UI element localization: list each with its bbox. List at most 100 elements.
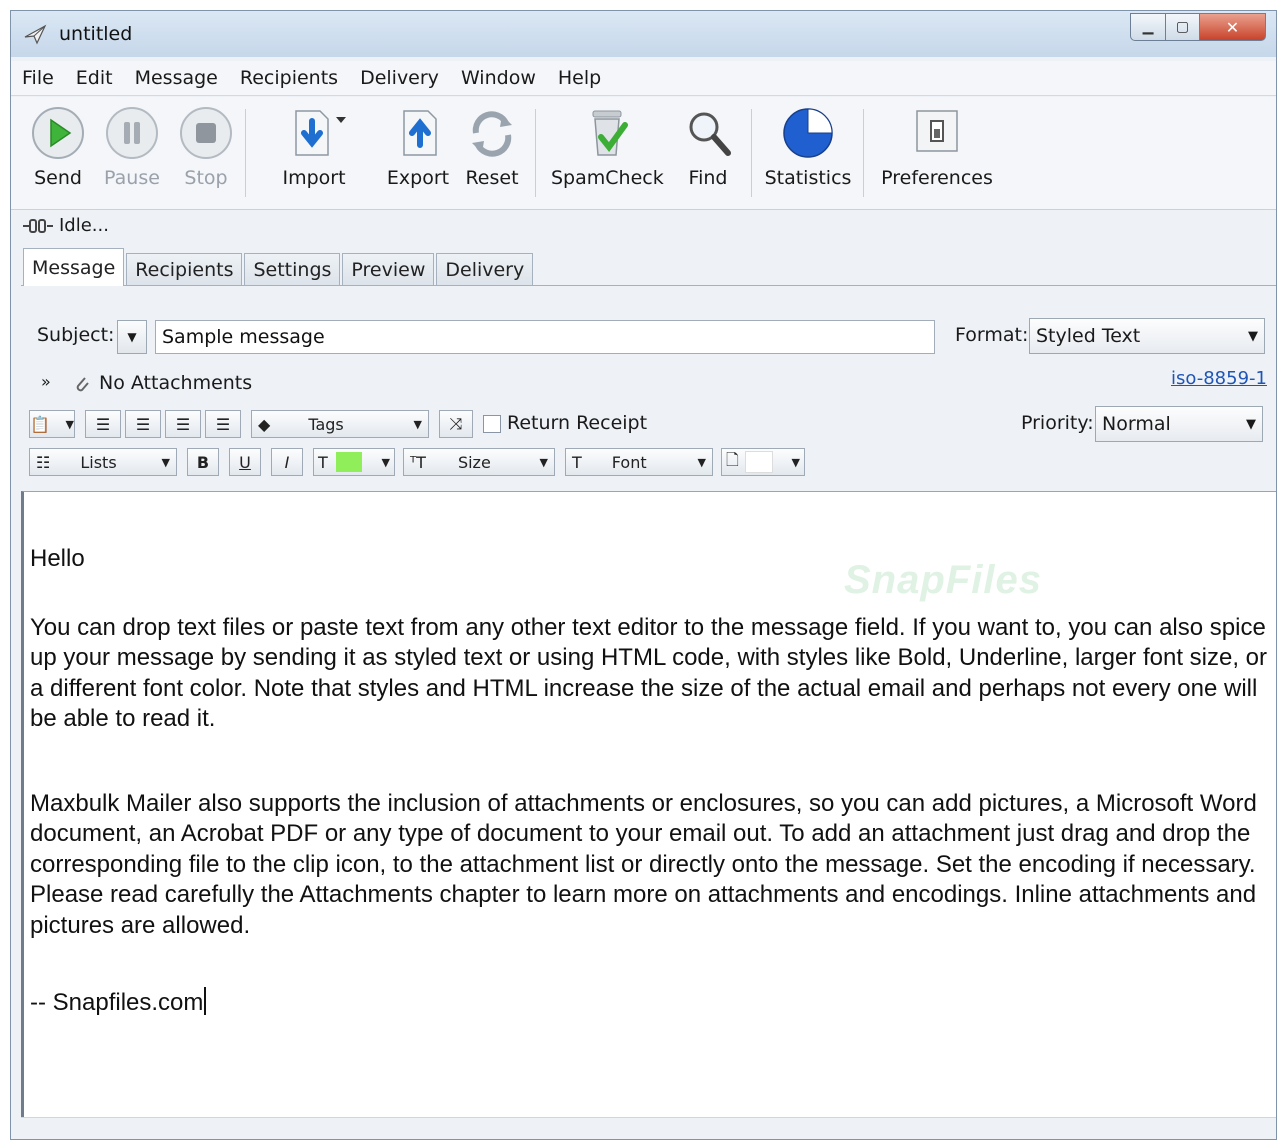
preferences-label: Preferences	[881, 167, 993, 189]
export-label: Export	[386, 167, 450, 189]
tab-recipients[interactable]: Recipients	[126, 253, 243, 285]
stop-button[interactable]: Stop	[165, 105, 247, 201]
menu-edit[interactable]: Edit	[65, 67, 124, 89]
underline-button[interactable]: U	[229, 448, 261, 476]
pause-icon	[106, 107, 158, 159]
tab-delivery[interactable]: Delivery	[436, 253, 534, 285]
caret-down-icon: ▼	[1248, 328, 1258, 344]
toolbar: Send Pause Stop Import Export Reset Spam…	[11, 97, 1276, 210]
background-dropdown[interactable]: 🗋 ▼	[721, 448, 805, 476]
reset-button[interactable]: Reset	[451, 105, 533, 201]
message-editor[interactable]: SnapFiles Hello You can drop text files …	[21, 491, 1276, 1117]
list-icon: ☷	[36, 452, 51, 472]
minimize-button[interactable]: ▁	[1130, 13, 1166, 41]
import-icon	[295, 110, 346, 156]
pause-button[interactable]: Pause	[91, 105, 173, 201]
subject-history-dropdown[interactable]: ▼	[117, 320, 147, 354]
export-button[interactable]: Export	[377, 105, 459, 201]
switch-panel-icon	[916, 110, 958, 152]
bold-button[interactable]: B	[187, 448, 219, 476]
send-button[interactable]: Send	[17, 105, 99, 201]
magnifier-icon	[689, 112, 731, 156]
align-center-button[interactable]: ☰	[125, 410, 161, 438]
preferences-button[interactable]: Preferences	[877, 105, 997, 201]
align-left-icon: ☰	[95, 414, 111, 434]
priority-select[interactable]: Normal ▼	[1095, 406, 1263, 442]
background-swatch	[744, 451, 773, 473]
signature-text: -- Snapfiles.com	[30, 989, 204, 1016]
shuffle-icon: ⤨	[449, 414, 463, 433]
expand-chevron-icon[interactable]: »	[41, 372, 51, 391]
close-button[interactable]: ✕	[1200, 13, 1266, 41]
menu-recipients[interactable]: Recipients	[229, 67, 349, 89]
paper-plane-icon	[24, 24, 47, 45]
menu-window[interactable]: Window	[450, 67, 547, 89]
align-left-button[interactable]: ☰	[85, 410, 121, 438]
attachments-status: No Attachments	[99, 372, 253, 394]
maximize-button[interactable]: ▢	[1166, 13, 1200, 41]
align-justify-button[interactable]: ☰	[205, 410, 241, 438]
align-right-button[interactable]: ☰	[165, 410, 201, 438]
send-label: Send	[34, 167, 82, 189]
message-paragraph-2: Maxbulk Mailer also supports the inclusi…	[30, 789, 1257, 939]
format-value: Styled Text	[1036, 325, 1141, 347]
text-color-dropdown[interactable]: T ▼	[313, 448, 395, 476]
return-receipt-checkbox[interactable]	[483, 415, 501, 433]
priority-value: Normal	[1102, 413, 1171, 435]
format-select[interactable]: Styled Text ▼	[1029, 318, 1265, 354]
return-receipt-label: Return Receipt	[507, 412, 648, 434]
import-button[interactable]: Import	[273, 105, 355, 201]
size-dropdown[interactable]: ᵀT Size ▼	[403, 448, 555, 476]
align-justify-icon: ☰	[215, 414, 231, 434]
italic-button[interactable]: I	[271, 448, 303, 476]
align-center-icon: ☰	[135, 414, 151, 434]
tab-settings[interactable]: Settings	[244, 253, 341, 285]
lists-label: Lists	[80, 452, 117, 472]
color-swatch	[335, 452, 362, 472]
message-options-panel: Subject: ▼ Format: Styled Text ▼ » No At…	[21, 285, 1276, 496]
paste-dropdown[interactable]: 📋 ▼	[29, 410, 75, 438]
format-label: Format:	[955, 324, 1029, 346]
play-icon	[32, 107, 84, 159]
priority-label: Priority:	[1021, 412, 1094, 434]
tags-dropdown[interactable]: ◆ Tags ▼	[251, 410, 429, 438]
caret-down-icon: ▼	[697, 455, 706, 469]
tab-message[interactable]: Message	[23, 248, 125, 286]
pie-chart-icon	[783, 108, 833, 158]
menu-help[interactable]: Help	[547, 67, 612, 89]
tab-preview[interactable]: Preview	[342, 253, 435, 285]
caret-down-icon: ▼	[127, 330, 137, 344]
caret-down-icon: ▼	[1246, 416, 1256, 432]
lists-dropdown[interactable]: ☷ Lists ▼	[29, 448, 177, 476]
tag-icon: ◆	[258, 414, 271, 434]
encoding-link[interactable]: iso-8859-1	[1171, 368, 1267, 389]
statistics-button[interactable]: Statistics	[761, 105, 855, 201]
font-dropdown[interactable]: T Font ▼	[565, 448, 713, 476]
menu-file[interactable]: File	[11, 67, 65, 89]
caret-down-icon: ▼	[539, 455, 548, 469]
title-bar: untitled ▁ ▢ ✕	[11, 11, 1276, 57]
toolbar-separator	[751, 109, 752, 197]
toolbar-separator	[863, 109, 864, 197]
message-body[interactable]: Hello You can drop text files or paste t…	[30, 492, 1274, 1019]
window-controls: ▁ ▢ ✕	[1130, 13, 1266, 41]
font-label: Font	[611, 452, 647, 472]
menu-delivery[interactable]: Delivery	[349, 67, 450, 89]
subject-input[interactable]	[155, 320, 935, 354]
paperclip-icon[interactable]	[73, 374, 91, 394]
reset-label: Reset	[465, 167, 519, 189]
page-icon: 🗋	[726, 449, 739, 469]
find-button[interactable]: Find	[667, 105, 749, 201]
spamcheck-button[interactable]: SpamCheck	[551, 105, 664, 201]
shuffle-button[interactable]: ⤨	[439, 410, 473, 438]
tab-strip: Message Recipients Settings Preview Deli…	[23, 247, 535, 286]
toolbar-separator	[245, 109, 246, 197]
caret-down-icon: ▼	[381, 455, 390, 469]
caret-down-icon: ▼	[413, 417, 422, 431]
caret-down-icon: ▼	[161, 455, 170, 469]
menu-message[interactable]: Message	[124, 67, 229, 89]
export-icon	[403, 110, 437, 156]
tags-label: Tags	[308, 414, 344, 434]
text-cursor	[204, 987, 207, 1015]
spamcheck-label: SpamCheck	[551, 167, 664, 189]
